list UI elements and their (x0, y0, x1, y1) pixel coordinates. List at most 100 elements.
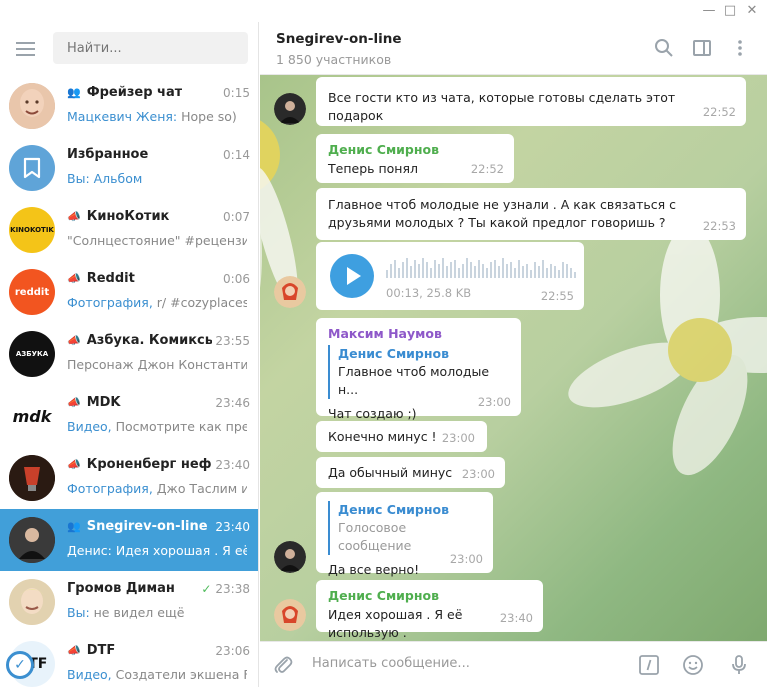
message-input[interactable]: Написать сообщение... (312, 656, 470, 671)
preview-text: Джо Таслим и... (156, 481, 247, 496)
chat-item-frasier[interactable]: 👥 Фрейзер чат 0:15 Мацкевич Женя: Hope so… (0, 75, 258, 137)
message-bubble[interactable]: Максим Наумов Денис Смирнов Главное чтоб… (316, 318, 521, 421)
reply-quote[interactable]: Денис Смирнов Главное чтоб молодые н... (328, 345, 509, 399)
message-bubble[interactable]: Да обычный минус 23:00 (316, 457, 505, 488)
chat-title: MDK (86, 395, 121, 410)
chat-preview: Видео, Посмотрите как пре... (67, 419, 247, 434)
sender-avatar[interactable] (274, 93, 306, 125)
voice-waveform[interactable] (386, 256, 581, 278)
sender-name[interactable]: Денис Смирнов (328, 587, 531, 605)
avatar (9, 579, 55, 625)
message-time: 23:00 (449, 552, 483, 566)
message-time: 22:52 (470, 162, 504, 176)
chat-time: 0:15 (223, 86, 250, 100)
avatar (9, 83, 55, 129)
bot-commands-icon[interactable] (638, 654, 660, 676)
chat-title: DTF (86, 643, 116, 658)
preview-text: не видел ещё (89, 605, 185, 620)
chat-time: ✓ 23:38 (201, 582, 250, 596)
play-button[interactable] (330, 254, 374, 298)
chat-list-panel: 👥 Фрейзер чат 0:15 Мацкевич Женя: Hope so… (0, 22, 259, 687)
voice-message-bubble[interactable]: 00:13, 25.8 KB 22:55 (316, 242, 584, 310)
chat-item-mdk[interactable]: mdk 📣 MDK 23:46 Видео, Посмотрите как пре… (0, 385, 258, 447)
attach-icon[interactable] (272, 654, 294, 676)
chat-name: 👥 Snegirev-on-line (67, 519, 208, 534)
emoji-icon[interactable] (682, 654, 704, 676)
window-titlebar: — □ ✕ (0, 0, 767, 22)
chat-item-dtf[interactable]: DTF 📣 DTF 23:06 Видео, Создатели экшена F… (0, 633, 258, 687)
chat-preview: Вы: Альбом (67, 171, 247, 186)
avatar: KINOKOTIK (9, 207, 55, 253)
sender-name[interactable]: Максим Наумов (328, 325, 509, 343)
verified-shield-icon[interactable]: ✓ (6, 651, 34, 679)
message-composer: Написать сообщение... (260, 641, 767, 687)
chat-title: Азбука. Комиксы... (86, 333, 212, 348)
sidebar-toggle-icon[interactable] (692, 38, 712, 58)
message-time: 23:00 (441, 431, 475, 445)
search-icon[interactable] (654, 38, 674, 58)
chat-item-reddit[interactable]: reddit 📣 Reddit 0:06 Фотография, r/ #cozy… (0, 261, 258, 323)
chat-time: 23:40 (215, 458, 250, 472)
preview-sender: Мацкевич Женя: (67, 109, 178, 124)
chat-name: 📣 Азбука. Комиксы... (67, 333, 212, 348)
chat-header: Snegirev-on-line 1 850 участников (260, 22, 767, 75)
chat-item-azbuka[interactable]: АЗБУКА 📣 Азбука. Комиксы... 23:55 Персона… (0, 323, 258, 385)
message-bubble[interactable]: Главное чтоб молодые не узнали . А как с… (316, 188, 746, 240)
megaphone-icon: 📣 (67, 334, 81, 347)
chat-title: Фрейзер чат (86, 85, 183, 100)
group-icon: 👥 (67, 520, 81, 533)
megaphone-icon: 📣 (67, 644, 81, 657)
megaphone-icon: 📣 (67, 458, 81, 471)
sender-avatar[interactable] (274, 276, 306, 308)
chat-name: 👥 Фрейзер чат (67, 85, 182, 100)
chat-name: 📣 MDK (67, 395, 121, 410)
message-bubble[interactable]: Денис Смирнов Идея хорошая . Я её исполь… (316, 580, 543, 640)
preview-sender: Видео, (67, 667, 112, 682)
sender-name[interactable]: Денис Смирнов (328, 141, 502, 159)
minimize-button[interactable]: — (700, 2, 718, 20)
chat-item-saved[interactable]: Избранное 0:14 Вы: Альбом (0, 137, 258, 199)
message-time: 23:00 (477, 395, 511, 409)
chat-preview: Персонаж Джон Константи... (67, 357, 247, 372)
microphone-icon[interactable] (728, 654, 750, 676)
avatar: reddit (9, 269, 55, 315)
message-bubble[interactable]: Денис Смирнов Голосовое сообщение Да все… (316, 492, 493, 577)
chat-title[interactable]: Snegirev-on-line (276, 31, 402, 47)
chat-title: Кроненберг неф... (86, 457, 212, 472)
search-input[interactable] (53, 32, 248, 64)
chat-item-cronenberg[interactable]: 📣 Кроненберг неф... 23:40 Фотография, Джо… (0, 447, 258, 509)
close-button[interactable]: ✕ (743, 2, 761, 20)
chat-preview: Вы: не видел ещё (67, 605, 247, 620)
chat-item-snegirev[interactable]: 👥 Snegirev-on-line 23:40 Денис: Идея хоро… (0, 509, 258, 571)
chat-time: 23:55 (215, 334, 250, 348)
reply-quote[interactable]: Денис Смирнов Голосовое сообщение (328, 501, 481, 555)
bookmark-icon (9, 145, 55, 191)
message-bubble[interactable]: Денис Смирнов Теперь понял 22:52 (316, 134, 514, 183)
chat-time: 0:06 (223, 272, 250, 286)
chat-preview: Фотография, Джо Таслим и... (67, 481, 247, 496)
more-vertical-icon[interactable] (730, 38, 750, 58)
sender-avatar[interactable] (274, 599, 306, 631)
chat-name: 📣 Reddit (67, 271, 135, 286)
avatar: mdk (9, 393, 55, 439)
megaphone-icon: 📣 (67, 396, 81, 409)
message-time: 22:52 (702, 105, 736, 119)
preview-text: Hope so) (177, 109, 237, 124)
chat-title: Громов Диман (67, 581, 175, 596)
chat-preview: "Солнцестояние" #рецензи... (67, 233, 247, 248)
message-time: 23:00 (461, 467, 495, 481)
maximize-button[interactable]: □ (721, 2, 739, 20)
hamburger-menu-icon[interactable] (16, 42, 35, 56)
preview-text: Посмотрите как пре... (111, 419, 247, 434)
preview-sender: Видео, (67, 419, 112, 434)
sender-avatar[interactable] (274, 541, 306, 573)
message-area[interactable]: Все гости кто из чата, которые готовы сд… (260, 75, 767, 641)
chat-item-gromov[interactable]: Громов Диман ✓ 23:38 Вы: не видел ещё (0, 571, 258, 633)
message-bubble[interactable]: Все гости кто из чата, которые готовы сд… (316, 77, 746, 126)
chat-item-kinokotik[interactable]: KINOKOTIK 📣 КиноКотик 0:07 "Солнцестояние… (0, 199, 258, 261)
message-time: 23:40 (499, 611, 533, 625)
message-bubble[interactable]: Конечно минус ! 23:00 (316, 421, 487, 452)
chat-name: 📣 КиноКотик (67, 209, 169, 224)
preview-text: Альбом (89, 171, 143, 186)
preview-text: Создатели экшена F... (111, 667, 247, 682)
